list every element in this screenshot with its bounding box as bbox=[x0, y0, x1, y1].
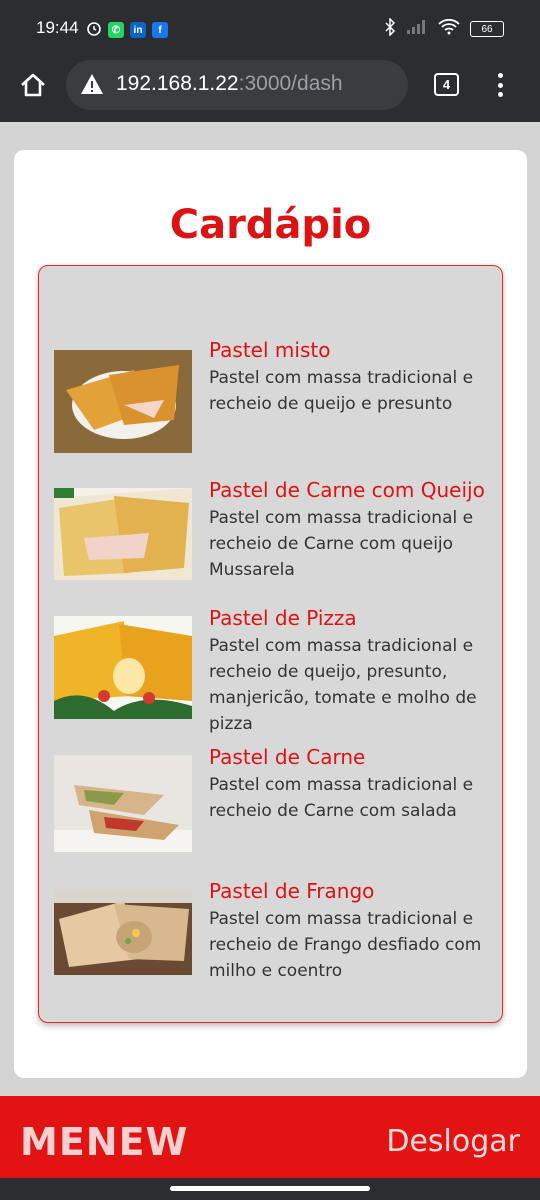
home-gesture-pill[interactable] bbox=[170, 1186, 370, 1191]
item-name: Pastel de Carne bbox=[209, 745, 366, 769]
page-title: Cardápio bbox=[169, 202, 372, 248]
logout-button[interactable]: Deslogar bbox=[386, 1124, 520, 1159]
item-description: Pastel com massa tradicional e recheio d… bbox=[209, 368, 474, 414]
pastel-frango-image bbox=[54, 889, 192, 975]
tab-switcher-button[interactable]: 4 bbox=[434, 73, 459, 96]
item-name: Pastel misto bbox=[209, 338, 331, 362]
alarm-icon bbox=[86, 20, 102, 40]
address-bar[interactable]: 192.168.1.22:3000/dash bbox=[66, 60, 408, 110]
item-description: Pastel com massa tradicional e recheio d… bbox=[209, 636, 477, 734]
linkedin-icon: in bbox=[130, 22, 146, 38]
item-description: Pastel com massa tradicional e recheio d… bbox=[209, 909, 482, 981]
battery-icon: 66 bbox=[470, 21, 504, 37]
pastel-misto-image bbox=[54, 350, 192, 453]
home-icon[interactable] bbox=[18, 70, 48, 100]
url-path: :3000/dash bbox=[238, 72, 343, 95]
pastel-pizza-image bbox=[54, 616, 192, 719]
footer-bar: MENEW Deslogar bbox=[0, 1096, 540, 1178]
item-name: Pastel de Frango bbox=[209, 879, 375, 903]
whatsapp-icon: ✆ bbox=[108, 22, 124, 38]
pastel-carne-queijo-image bbox=[54, 488, 192, 580]
browser-toolbar: 192.168.1.22:3000/dash 4 bbox=[0, 60, 540, 122]
signal-icon bbox=[406, 19, 428, 39]
wifi-icon bbox=[438, 18, 460, 39]
url-host: 192.168.1.22 bbox=[116, 72, 239, 95]
item-name: Pastel de Carne com Queijo bbox=[209, 478, 485, 502]
item-description: Pastel com massa tradicional e recheio d… bbox=[209, 508, 474, 580]
status-bar: 19:44 ✆ in f 66 bbox=[0, 0, 540, 60]
facebook-icon: f bbox=[152, 22, 168, 38]
bluetooth-icon bbox=[384, 17, 396, 40]
status-time: 19:44 bbox=[36, 18, 79, 37]
menew-logo: MENEW bbox=[20, 1120, 189, 1164]
pastel-carne-image bbox=[54, 755, 192, 852]
url-text[interactable]: 192.168.1.22:3000/dash bbox=[116, 72, 343, 96]
main-card: Cardápio Pastel misto Pastel com massa t… bbox=[14, 150, 527, 1078]
menu-list: Pastel misto Pastel com massa tradiciona… bbox=[38, 265, 503, 1023]
system-nav-bar bbox=[0, 1178, 540, 1200]
warning-icon[interactable] bbox=[80, 72, 104, 96]
item-description: Pastel com massa tradicional e recheio d… bbox=[209, 775, 474, 821]
more-menu-icon[interactable] bbox=[490, 70, 510, 100]
item-name: Pastel de Pizza bbox=[209, 606, 357, 630]
